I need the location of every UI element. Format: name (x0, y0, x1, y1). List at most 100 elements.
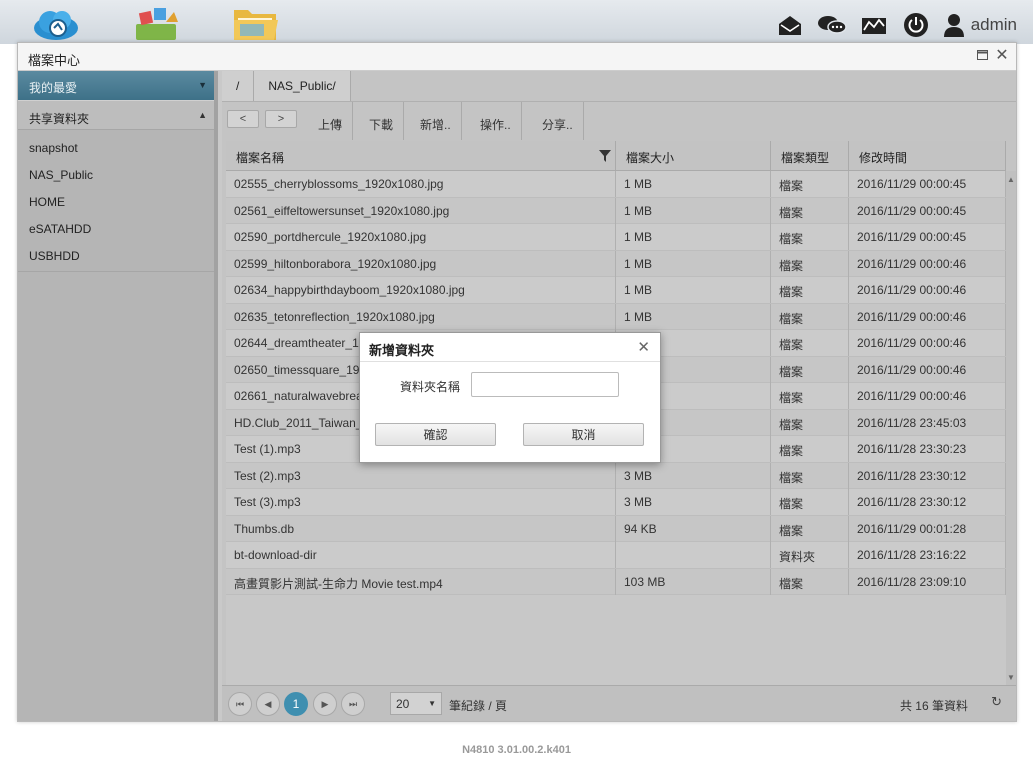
column-header-type[interactable]: 檔案類型 (771, 141, 849, 171)
mail-icon[interactable] (775, 12, 805, 38)
close-dialog-icon[interactable]: ✕ (637, 338, 650, 356)
file-size-cell: 1 MB (616, 250, 771, 277)
folder-name-input[interactable] (471, 372, 619, 397)
next-page-icon[interactable]: ▶ (313, 692, 337, 716)
file-name-cell: Test (2).mp3 (226, 462, 616, 489)
modified-time-cell: 2016/11/29 00:00:46 (849, 277, 1006, 303)
table-row[interactable]: Test (2).mp3 3 MB 檔案 2016/11/28 23:30:12 (226, 462, 1010, 489)
window-titlebar[interactable]: 檔案中心 ✕ (18, 43, 1016, 71)
previous-page-icon[interactable]: ◀ (256, 692, 280, 716)
sidebar-shared-folders[interactable]: 共享資料夾 ▲ (18, 100, 214, 130)
file-size-cell: 3 MB (616, 462, 771, 489)
file-type-cell: 檔案 (771, 409, 849, 436)
file-type-cell: 檔案 (771, 489, 849, 515)
cancel-button[interactable]: 取消 (523, 423, 644, 446)
chat-icon[interactable] (817, 12, 847, 38)
file-name-cell: 02634_happybirthdayboom_1920x1080.jpg (226, 277, 616, 303)
power-icon[interactable] (901, 12, 931, 38)
current-page-button[interactable]: 1 (284, 692, 308, 716)
table-scrollbar[interactable]: ▲ ▼ (1006, 171, 1016, 686)
confirm-button[interactable]: 確認 (375, 423, 496, 446)
file-name-cell: 高畫質影片測試-生命力 Movie test.mp4 (226, 568, 616, 595)
modified-time-cell: 2016/11/29 00:01:28 (849, 515, 1006, 542)
user-menu[interactable]: admin (943, 13, 1017, 37)
window-title: 檔案中心 (28, 53, 81, 68)
file-type-cell: 檔案 (771, 277, 849, 303)
file-type-cell: 檔案 (771, 250, 849, 277)
table-row[interactable]: 高畫質影片測試-生命力 Movie test.mp4 103 MB 檔案 2016/1… (226, 568, 1010, 595)
file-type-cell: 檔案 (771, 462, 849, 489)
file-name-cell: Test (3).mp3 (226, 489, 616, 515)
folder-name-label: 資料夾名稱 (400, 380, 461, 394)
page-size-unit: 筆紀錄 / 頁 (449, 699, 508, 713)
collapse-icon: ▼ (198, 80, 207, 90)
file-name-cell: 02555_cherryblossoms_1920x1080.jpg (226, 171, 616, 197)
last-page-icon[interactable]: ⏭ (341, 692, 365, 716)
scroll-down-icon[interactable]: ▼ (1007, 673, 1015, 682)
modified-time-cell: 2016/11/28 23:30:23 (849, 436, 1006, 462)
modified-time-cell: 2016/11/29 00:00:46 (849, 356, 1006, 383)
filter-icon[interactable] (599, 150, 611, 162)
username-label: admin (970, 15, 1017, 34)
sidebar-item-snapshot[interactable]: snapshot (18, 134, 214, 161)
modified-time-cell: 2016/11/29 00:00:45 (849, 171, 1006, 197)
page-size-select[interactable]: 20 ▼ (390, 692, 442, 715)
download-button[interactable]: 下載 (359, 102, 405, 140)
dialog-title: 新增資料夾 (369, 343, 435, 358)
back-button[interactable]: < (227, 110, 259, 128)
file-name-cell: Thumbs.db (226, 515, 616, 542)
scroll-up-icon[interactable]: ▲ (1007, 175, 1015, 184)
table-row[interactable]: Test (3).mp3 3 MB 檔案 2016/11/28 23:30:12 (226, 489, 1010, 516)
file-type-cell: 資料夾 (771, 542, 849, 568)
table-row[interactable]: 02590_portdhercule_1920x1080.jpg 1 MB 檔案 20… (226, 224, 1010, 251)
upload-button[interactable]: 上傳 (308, 102, 354, 140)
top-bar: admin (0, 0, 1033, 44)
page-size-value: 20 (396, 697, 410, 711)
forward-button[interactable]: > (265, 110, 297, 128)
file-size-cell: 103 MB (616, 568, 771, 595)
sidebar-item-home[interactable]: HOME (18, 188, 214, 215)
modified-time-cell: 2016/11/29 00:00:45 (849, 224, 1006, 250)
close-window-icon[interactable]: ✕ (994, 48, 1010, 64)
network-monitor-icon[interactable] (859, 12, 889, 38)
table-row[interactable]: 02561_eiffeltowersunset_1920x1080.jpg 1 M… (226, 197, 1010, 224)
favorites-label: 我的最愛 (29, 81, 78, 95)
file-name-cell: 02635_tetonreflection_1920x1080.jpg (226, 303, 616, 330)
table-row[interactable]: 02555_cherryblossoms_1920x1080.jpg 1 MB 檔案… (226, 171, 1010, 198)
toolbar: < > 上傳 下載 新增.. 操作.. 分享.. (222, 101, 1016, 140)
file-center-icon[interactable] (230, 4, 282, 42)
first-page-icon[interactable]: ⏮ (228, 692, 252, 716)
actions-button[interactable]: 操作.. (470, 102, 522, 140)
sidebar-item-nas-public[interactable]: NAS_Public (18, 161, 214, 188)
table-row[interactable]: Thumbs.db 94 KB 檔案 2016/11/29 00:01:28 (226, 515, 1010, 542)
refresh-icon[interactable]: ↻ (991, 694, 1002, 710)
table-row[interactable]: 02634_happybirthdayboom_1920x1080.jpg 1 M… (226, 277, 1010, 304)
modified-time-cell: 2016/11/28 23:16:22 (849, 542, 1006, 568)
sidebar-item-esatahdd[interactable]: eSATAHDD (18, 215, 214, 242)
column-header-name[interactable]: 檔案名稱 (226, 141, 616, 171)
column-header-size[interactable]: 檔案大小 (616, 141, 771, 171)
file-type-cell: 檔案 (771, 171, 849, 197)
table-row[interactable]: 02599_hiltonborabora_1920x1080.jpg 1 MB 檔案… (226, 250, 1010, 277)
file-type-cell: 檔案 (771, 515, 849, 542)
file-size-cell: 1 MB (616, 171, 771, 197)
shared-folder-list: snapshot NAS_Public HOME eSATAHDD USBHDD (18, 130, 214, 272)
file-type-cell: 檔案 (771, 568, 849, 595)
app-store-icon[interactable] (130, 4, 182, 42)
file-size-cell: 94 KB (616, 515, 771, 542)
table-row[interactable]: bt-download-dir 資料夾 2016/11/28 23:16:22 (226, 542, 1010, 569)
firmware-version: N4810 3.01.00.2.k401 (462, 744, 571, 756)
dialog-divider (360, 361, 660, 362)
maximize-icon[interactable] (974, 48, 990, 64)
expand-icon: ▲ (198, 110, 207, 120)
sidebar-favorites[interactable]: 我的最愛 ▼ (18, 71, 214, 100)
breadcrumb-root[interactable]: / (222, 71, 255, 101)
table-row[interactable]: 02635_tetonreflection_1920x1080.jpg 1 MB 檔… (226, 303, 1010, 330)
cloud-app-icon[interactable] (30, 4, 82, 42)
share-button[interactable]: 分享.. (532, 102, 584, 140)
new-button[interactable]: 新增.. (410, 102, 462, 140)
breadcrumb-nas-public[interactable]: NAS_Public/ (254, 71, 351, 101)
column-header-modified[interactable]: 修改時間 (849, 141, 1006, 171)
shared-folders-label: 共享資料夾 (29, 112, 90, 126)
sidebar-item-usbhdd[interactable]: USBHDD (18, 242, 214, 269)
